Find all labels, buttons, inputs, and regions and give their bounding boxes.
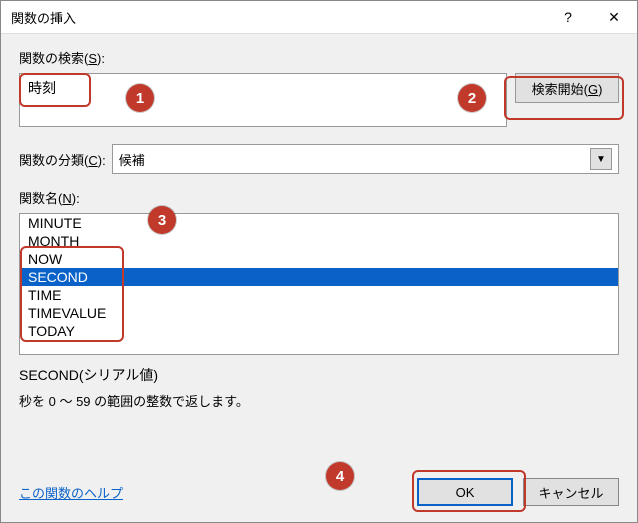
cancel-button[interactable]: キャンセル [523,478,619,506]
dialog-title: 関数の挿入 [1,8,545,27]
function-list-item[interactable]: MINUTE [20,214,618,232]
category-value: 候補 [119,150,590,169]
function-name-label: 関数名(N): [19,188,619,207]
help-link[interactable]: この関数のヘルプ [19,483,407,502]
close-icon[interactable]: ✕ [591,1,637,33]
function-list-item[interactable]: SECOND [20,268,618,286]
help-icon[interactable]: ? [545,1,591,33]
function-list-item[interactable]: MONTH [20,232,618,250]
ok-button[interactable]: OK [417,478,513,506]
function-list-item[interactable]: TIMEVALUE [20,304,618,322]
titlebar: 関数の挿入 ? ✕ [1,1,637,34]
function-description: 秒を 0 ～ 59 の範囲の整数で返します。 [19,391,619,410]
function-signature: SECOND(シリアル値) [19,365,619,385]
search-input[interactable]: 時刻 [19,73,507,127]
function-list-item[interactable]: NOW [20,250,618,268]
category-label: 関数の分類(C): [19,150,106,169]
function-list-item[interactable]: TIME [20,286,618,304]
function-list-item[interactable]: TODAY [20,322,618,340]
chevron-down-icon[interactable]: ▼ [590,148,612,170]
category-select[interactable]: 候補 ▼ [112,144,619,174]
function-list[interactable]: MINUTEMONTHNOWSECONDTIMETIMEVALUETODAY [19,213,619,355]
search-go-button[interactable]: 検索開始(G) [515,73,619,103]
search-label: 関数の検索(S): [19,48,619,67]
